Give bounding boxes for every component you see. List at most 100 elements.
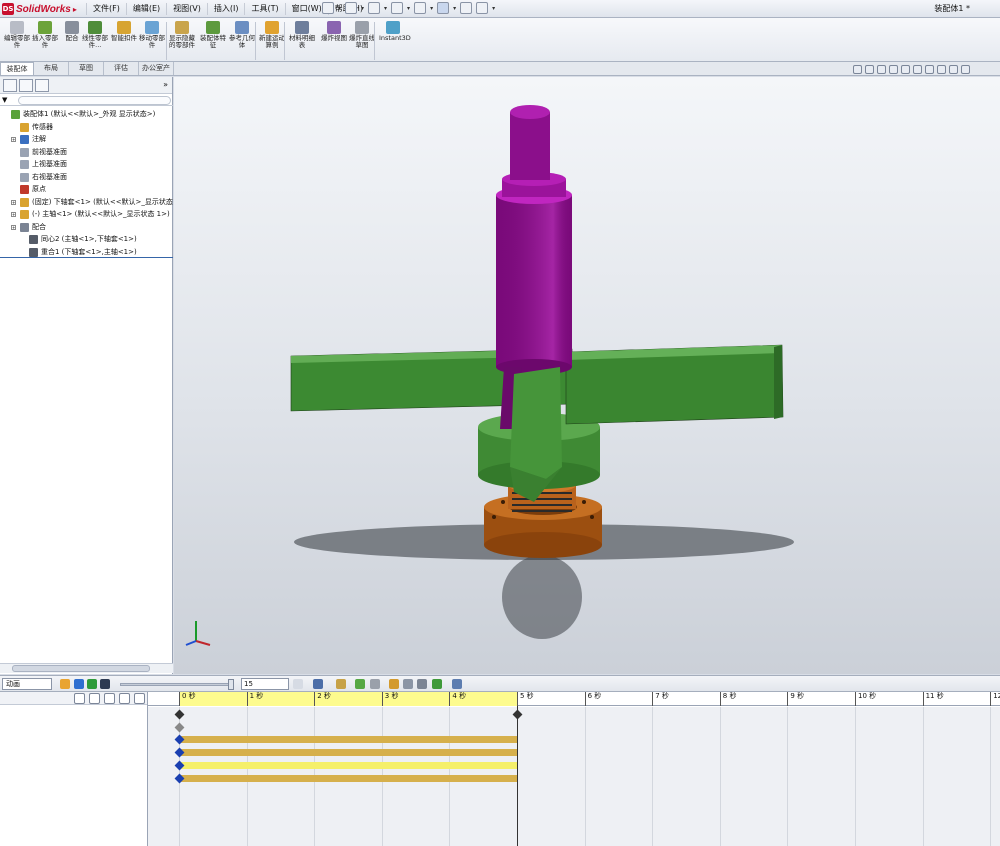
timeline-key[interactable] xyxy=(174,722,185,733)
timeline-bar[interactable] xyxy=(179,761,517,769)
ribbon-button-12[interactable]: 爆炸直线草图 xyxy=(348,21,376,49)
damper-icon[interactable] xyxy=(417,679,427,689)
section-view-icon[interactable] xyxy=(889,65,898,74)
ribbon-button-7[interactable]: 装配体特征 xyxy=(199,21,227,49)
filter-driving-icon[interactable] xyxy=(89,693,100,704)
timeline-key[interactable] xyxy=(174,709,185,720)
ribbon-button-10[interactable]: 材料明细表 xyxy=(288,21,316,49)
feature-tree-expand-icon[interactable]: + xyxy=(11,137,16,142)
feature-tree-expand-icon[interactable]: + xyxy=(11,224,16,230)
tab-1[interactable]: 布局 xyxy=(34,62,69,75)
apply-scene-icon[interactable] xyxy=(949,65,958,74)
time-bar[interactable] xyxy=(517,706,518,846)
feature-tree-row[interactable]: + 配合 xyxy=(0,221,173,234)
rebuild-icon[interactable] xyxy=(460,2,473,14)
feature-tree-expand-icon[interactable]: + xyxy=(11,212,16,217)
animation-wizard-icon[interactable] xyxy=(336,679,346,689)
feature-tree-row[interactable]: 传感器 xyxy=(0,121,173,134)
feature-tree-row[interactable]: + 注解 xyxy=(0,133,173,146)
feature-tree-row[interactable]: 右视基准面 xyxy=(0,171,173,184)
play-icon[interactable] xyxy=(87,679,97,689)
tab-4[interactable]: 办公室产品 xyxy=(139,62,174,85)
menu-item-1[interactable]: 编辑(E) xyxy=(125,3,166,15)
ribbon-button-3[interactable]: 线性零部件... xyxy=(81,21,109,49)
open-icon[interactable] xyxy=(345,2,358,14)
feature-tree-tab-icon[interactable] xyxy=(3,79,17,92)
menu-item-3[interactable]: 插入(I) xyxy=(206,3,245,15)
autofit-icon[interactable] xyxy=(134,693,145,704)
hide-show-items-icon[interactable] xyxy=(925,65,934,74)
tab-3[interactable]: 评估 xyxy=(104,62,139,75)
menu-item-0[interactable]: 文件(F) xyxy=(86,3,126,15)
tree-horizontal-scrollbar[interactable] xyxy=(0,663,173,673)
spring-icon[interactable] xyxy=(403,679,413,689)
calculate-icon[interactable] xyxy=(60,679,70,689)
feature-tree-row[interactable]: 前视基准面 xyxy=(0,146,173,159)
stop-icon[interactable] xyxy=(100,679,110,689)
print-icon[interactable] xyxy=(391,2,404,14)
ribbon-button-8[interactable]: 参考几何体 xyxy=(228,21,256,49)
assembly-model[interactable] xyxy=(174,77,1000,674)
playback-speed-slider[interactable] xyxy=(120,683,234,686)
study-type-select[interactable]: 动画 xyxy=(2,678,52,690)
ribbon-button-0[interactable]: 编辑零部件 xyxy=(3,21,31,49)
results-plots-icon[interactable] xyxy=(452,679,462,689)
previous-view-icon[interactable] xyxy=(877,65,886,74)
feature-tree-row[interactable]: 同心2 (主轴<1>,下轴套<1>) xyxy=(0,233,173,246)
filter-results-icon[interactable] xyxy=(119,693,130,704)
timeline-grid[interactable] xyxy=(148,707,1000,846)
options-icon[interactable] xyxy=(476,2,489,14)
solidworks-logo[interactable]: DS SolidWorks ▸ xyxy=(2,2,77,16)
timeline-bar[interactable] xyxy=(179,736,517,744)
save-icon[interactable] xyxy=(368,2,381,14)
filter-input[interactable] xyxy=(18,96,171,105)
filter-animated-icon[interactable] xyxy=(74,693,85,704)
view-orientation-icon[interactable] xyxy=(901,65,910,74)
playback-mode-icon[interactable] xyxy=(293,679,303,689)
feature-tree-row[interactable]: + (-) 主轴<1> (默认<<默认>_显示状态 1>) xyxy=(0,208,173,221)
ribbon-button-5[interactable]: 移动零部件 xyxy=(138,21,166,49)
configuration-tab-icon[interactable] xyxy=(35,79,49,92)
ribbon-button-11[interactable]: 爆炸视图 xyxy=(320,21,348,42)
property-manager-tab-icon[interactable] xyxy=(19,79,33,92)
ribbon-button-4[interactable]: 智能扣件 xyxy=(110,21,138,42)
motor-icon[interactable] xyxy=(389,679,399,689)
filter-icon[interactable]: ▼ xyxy=(2,96,7,104)
timeline-bar[interactable] xyxy=(179,749,517,757)
timeline-bar[interactable] xyxy=(179,774,517,782)
tab-2[interactable]: 草图 xyxy=(69,62,104,75)
feature-tree-row[interactable]: 装配体1 (默认<<默认>_外观 显示状态>) xyxy=(0,108,173,121)
tree-rollback-bar[interactable] xyxy=(0,257,173,258)
select-icon[interactable] xyxy=(437,2,450,14)
add-key-icon[interactable] xyxy=(370,679,380,689)
ribbon-button-13[interactable]: Instant3D xyxy=(379,21,411,42)
expand-panel-icon[interactable]: » xyxy=(163,80,168,89)
ribbon-button-9[interactable]: 新建运动算例 xyxy=(258,21,286,49)
scroll-thumb[interactable] xyxy=(12,665,150,672)
undo-icon[interactable] xyxy=(414,2,427,14)
menu-item-4[interactable]: 工具(T) xyxy=(244,3,284,15)
autokey-icon[interactable] xyxy=(355,679,365,689)
play-from-start-icon[interactable] xyxy=(74,679,84,689)
motion-timeline[interactable]: 0 秒 1 秒 2 秒 3 秒 4 秒 5 秒 6 秒 7 秒 8 秒 9 秒 10 秒 11 秒 12 xyxy=(148,692,1000,846)
feature-tree-row[interactable]: 原点 xyxy=(0,183,173,196)
playback-speed-thumb[interactable] xyxy=(228,679,234,690)
timeline-ruler[interactable]: 0 秒 1 秒 2 秒 3 秒 4 秒 5 秒 6 秒 7 秒 8 秒 9 秒 10 秒 11 秒 12 xyxy=(148,692,1000,706)
graphics-area[interactable] xyxy=(174,65,1000,674)
feature-tree-expand-icon[interactable]: + xyxy=(11,199,16,205)
new-document-icon[interactable] xyxy=(322,2,334,14)
display-style-icon[interactable] xyxy=(913,65,922,74)
menu-item-2[interactable]: 视图(V) xyxy=(166,3,207,15)
edit-appearance-icon[interactable] xyxy=(937,65,946,74)
feature-tree-row[interactable]: + (固定) 下轴套<1> (默认<<默认>_显示状态 xyxy=(0,196,173,209)
contact-icon[interactable] xyxy=(432,679,442,689)
feature-tree-row[interactable]: 上视基准面 xyxy=(0,158,173,171)
ribbon-button-6[interactable]: 显示隐藏的零部件 xyxy=(168,21,196,49)
tab-0[interactable]: 装配体 xyxy=(0,62,34,75)
save-animation-icon[interactable] xyxy=(313,679,323,689)
filter-selected-icon[interactable] xyxy=(104,693,115,704)
view-settings-icon[interactable] xyxy=(961,65,970,74)
playback-rate-select[interactable]: 15 xyxy=(241,678,289,690)
zoom-to-fit-icon[interactable] xyxy=(853,65,862,74)
zoom-to-area-icon[interactable] xyxy=(865,65,874,74)
